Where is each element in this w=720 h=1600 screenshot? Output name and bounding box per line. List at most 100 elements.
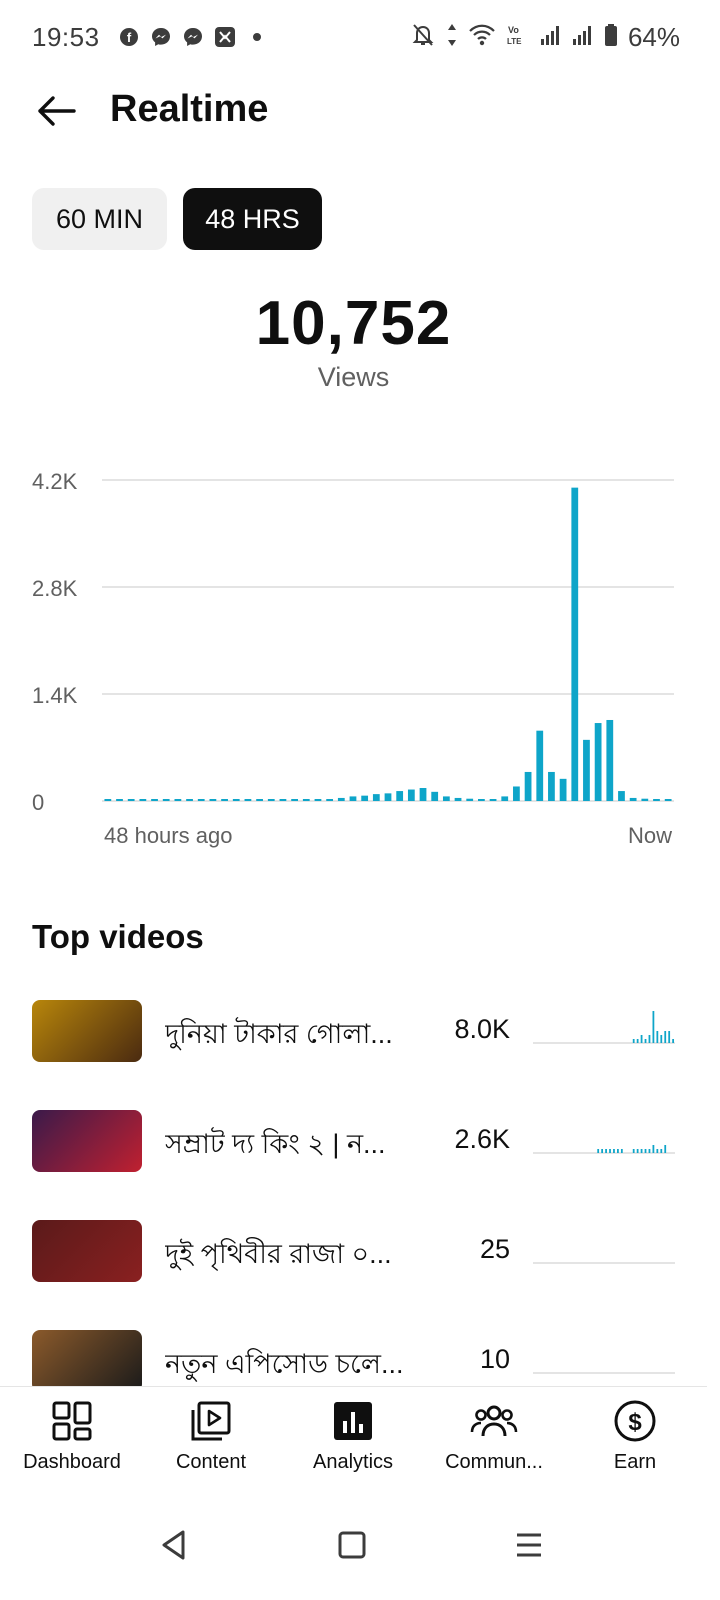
sparkline-bar [672, 1039, 675, 1043]
sparkline-bar [636, 1039, 639, 1043]
sparkline-bar [664, 1145, 667, 1153]
chart-bar [209, 799, 217, 801]
system-back-button[interactable] [144, 1520, 204, 1570]
wifi-icon [468, 23, 496, 52]
chart-bar [197, 799, 205, 801]
chart-bar [267, 799, 275, 801]
sparkline-bar [648, 1035, 651, 1043]
signal-icon [540, 24, 562, 51]
chart-bar [174, 799, 182, 801]
chart-bar [431, 791, 439, 801]
chart-bar [221, 799, 228, 801]
chart-bar [501, 796, 509, 801]
sparkline-bar [648, 1149, 651, 1153]
nav-label-analytics: Analytics [312, 1451, 394, 1473]
chart-bar [606, 719, 614, 801]
chart-bar [162, 799, 170, 801]
video-sparkline [533, 1372, 675, 1374]
nav-label-community: Commun... [445, 1451, 543, 1473]
chart-bar [478, 799, 485, 801]
chart-bar [361, 795, 369, 801]
chart-bar [279, 799, 287, 801]
chart-bar [256, 799, 263, 801]
video-thumbnail[interactable] [32, 1330, 142, 1392]
tab-60-min[interactable]: 60 MIN [32, 188, 167, 250]
nav-community[interactable]: Commun... [424, 1397, 564, 1474]
video-row[interactable]: দুনিয়া টাকার গোলা... 8.0K [0, 1000, 707, 1110]
video-title: দুনিয়া টাকার গোলা... [165, 1019, 393, 1049]
status-left-icons: f [118, 26, 268, 48]
chart-bar [548, 771, 555, 801]
nav-earn[interactable]: $ Earn [565, 1397, 705, 1474]
status-right-icons: Vo LTE 64% [410, 22, 680, 53]
battery-icon [604, 23, 618, 52]
sparkline-bar [632, 1039, 635, 1043]
nav-analytics[interactable]: Analytics [283, 1397, 423, 1474]
analytics-icon [329, 1397, 377, 1445]
sparkline-bar [660, 1035, 663, 1043]
chart-bar [139, 799, 147, 801]
sparkline-bar [601, 1149, 604, 1153]
video-thumbnail[interactable] [32, 1110, 142, 1172]
chart-bar [291, 799, 298, 801]
chart-bar [314, 799, 322, 801]
chart-bar [629, 797, 637, 801]
sparkline-bar [613, 1149, 615, 1153]
video-thumbnail[interactable] [32, 1220, 142, 1282]
chart-bar [419, 788, 427, 801]
video-views: 2.6K [454, 1124, 510, 1154]
sparkline-bar [632, 1149, 635, 1153]
chart-bar [372, 794, 380, 801]
nav-dashboard[interactable]: Dashboard [2, 1397, 142, 1474]
data-arrows-icon [446, 22, 458, 53]
svg-text:LTE: LTE [507, 37, 522, 46]
svg-text:f: f [127, 30, 132, 45]
tab-48-hrs[interactable]: 48 HRS [183, 188, 322, 250]
views-chart: 4.2K 2.8K 1.4K 0 48 hours ago Now [32, 469, 674, 848]
dot-icon [246, 26, 268, 48]
chart-bar [396, 791, 404, 801]
chart-bar [489, 799, 497, 801]
status-time: 19:53 [32, 22, 100, 52]
system-menu-button[interactable] [499, 1520, 559, 1570]
chart-x-start-label: 48 hours ago [104, 823, 232, 848]
sparkline-bar [617, 1149, 619, 1153]
video-thumbnail[interactable] [32, 1000, 142, 1062]
chart-bar [653, 799, 660, 801]
home-square-icon [338, 1531, 366, 1559]
video-views: 25 [479, 1234, 510, 1264]
video-sparkline [533, 1145, 675, 1154]
chart-y-tick-label: 1.4K [32, 683, 78, 708]
battery-percent: 64% [627, 22, 680, 52]
video-row[interactable]: সম্রাট দ্য কিং ২ | ন... 2.6K [0, 1110, 707, 1220]
sparkline-bar [605, 1149, 607, 1153]
video-row[interactable]: দুই পৃথিবীর রাজা ০... 25 [0, 1220, 707, 1330]
chart-bar [127, 799, 135, 801]
menu-lines-icon [517, 1533, 541, 1557]
video-views: 10 [479, 1344, 510, 1374]
messenger-icon [150, 26, 172, 48]
chart-bar [583, 739, 590, 801]
system-home-button[interactable] [322, 1520, 382, 1570]
nav-label-earn: Earn [613, 1451, 657, 1473]
views-count: 10,752 [255, 289, 452, 358]
sparkline-bar [656, 1149, 659, 1153]
chart-bar [244, 799, 252, 801]
chart-bar [442, 796, 450, 801]
nav-content[interactable]: Content [141, 1397, 281, 1474]
video-title: নতুন এপিসোড চলে... [165, 1349, 404, 1379]
volte-icon: Vo LTE [506, 23, 530, 52]
sparkline-bar [644, 1149, 647, 1153]
earn-icon: $ [611, 1397, 659, 1445]
back-triangle-icon [162, 1530, 185, 1560]
signal-icon [572, 24, 594, 51]
sparkline-bar [644, 1039, 647, 1043]
chart-bar [349, 796, 357, 801]
chart-bar [326, 799, 334, 801]
sparkline-bar [660, 1149, 663, 1153]
community-icon [470, 1397, 518, 1445]
chart-bar [454, 797, 462, 801]
page-title: Realtime [110, 88, 269, 130]
back-button[interactable] [28, 86, 84, 136]
app-icon [214, 26, 236, 48]
